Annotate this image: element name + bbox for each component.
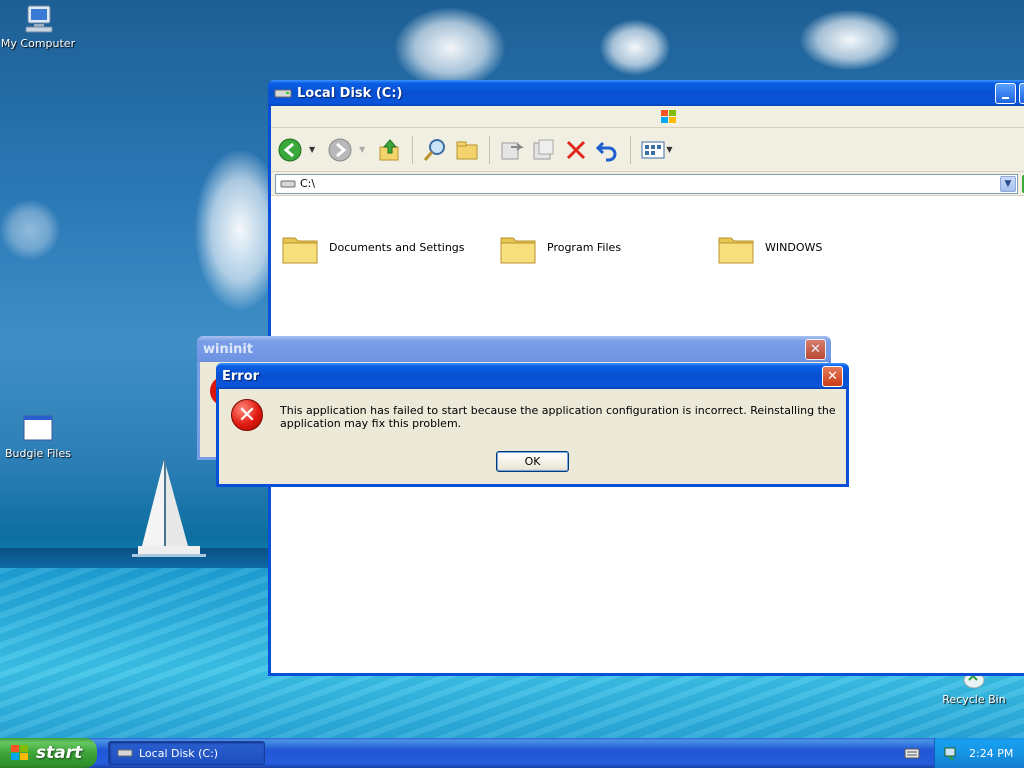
toolbar-separator [489,135,491,164]
forward-icon[interactable] [327,137,353,163]
drive-icon [280,180,296,187]
network-icon[interactable] [943,745,959,761]
drive-icon [117,749,133,757]
copy-to-icon[interactable] [531,137,557,163]
folder-item[interactable]: WINDOWS [717,230,822,264]
start-label: start [36,743,83,763]
delete-icon[interactable] [563,137,589,163]
clock[interactable]: 2:24 PM [969,747,1013,760]
toolbar-separator [630,135,632,164]
keyboard-icon[interactable] [904,746,920,760]
folder-label: WINDOWS [765,240,823,254]
error-title: Error [222,368,260,384]
system-tray: 2:24 PM [934,738,1024,768]
address-text: C:\ [300,177,316,190]
address-input[interactable]: C:\ ▼ [275,173,1018,194]
close-icon: ✕ [827,369,838,384]
windows-logo-icon [11,745,28,760]
folder-icon [718,237,754,264]
menu-bar [271,106,1024,128]
wininit-titlebar[interactable]: wininit [197,336,831,362]
back-dropdown-icon[interactable]: ▼ [309,145,315,154]
cloud [800,10,900,70]
folder-label: Program Files [547,240,622,254]
forward-dropdown-icon[interactable]: ▼ [359,145,365,154]
address-bar: C:\ ▼ [271,172,1024,196]
desktop-icon-my-computer[interactable]: My Computer [0,4,76,50]
minimize-button[interactable] [995,83,1016,104]
move-to-icon[interactable] [499,137,525,163]
explorer-titlebar[interactable]: Local Disk (C:) [268,80,1024,106]
error-dialog: Error ✕ ✕ This application has failed to… [216,363,849,487]
error-message: This application has failed to start bec… [280,404,836,430]
taskbar-item-label: Local Disk (C:) [139,746,219,760]
windows-logo-icon [661,110,676,123]
folders-icon[interactable] [454,137,480,163]
views-dropdown-icon[interactable]: ▼ [666,145,672,154]
toolbar-separator [412,135,414,164]
cloud [0,200,60,260]
wininit-title: wininit [203,341,254,357]
error-icon: ✕ [231,399,263,431]
chevron-down-icon: ▼ [1004,178,1012,189]
cloud [600,20,670,75]
desktop-icon-label: Recycle Bin [942,693,1006,706]
desktop-icon-label: Budgie Files [5,447,71,460]
taskbar-item-local-disk[interactable]: Local Disk (C:) [108,741,265,765]
address-dropdown-button[interactable]: ▼ [1000,175,1016,192]
minimize-icon [1002,96,1009,99]
error-close-button[interactable]: ✕ [822,366,843,387]
window-file-icon [23,415,53,441]
maximize-button[interactable] [1019,83,1024,104]
explorer-title: Local Disk (C:) [297,85,403,101]
search-icon[interactable] [422,137,448,163]
undo-icon[interactable] [595,137,621,163]
folder-label: Documents and Settings [329,240,465,254]
folder-item[interactable]: Documents and Settings [281,230,465,264]
sailboat-image [132,460,206,557]
error-titlebar[interactable]: Error [216,363,849,389]
views-icon[interactable] [640,137,666,163]
desktop-icon-budgie-files[interactable]: Budgie Files [0,414,76,460]
folder-icon [500,237,536,264]
up-folder-icon[interactable] [377,137,403,163]
desktop-icon-label: My Computer [0,37,76,50]
toolbar: ▼ ▼ ▼ [271,128,1024,172]
back-icon[interactable] [277,137,303,163]
error-body: ✕ This application has failed to start b… [219,389,846,484]
folder-item[interactable]: Program Files [499,230,621,264]
start-button[interactable]: start [0,738,97,768]
ok-button[interactable]: OK [496,451,569,472]
folder-icon [282,237,318,264]
my-computer-icon [25,5,53,33]
cloud [395,8,505,88]
drive-icon [274,89,292,98]
close-icon: ✕ [810,342,821,357]
taskbar: start Local Disk (C:) 2:24 PM [0,738,1024,768]
wininit-close-button[interactable]: ✕ [805,339,826,360]
